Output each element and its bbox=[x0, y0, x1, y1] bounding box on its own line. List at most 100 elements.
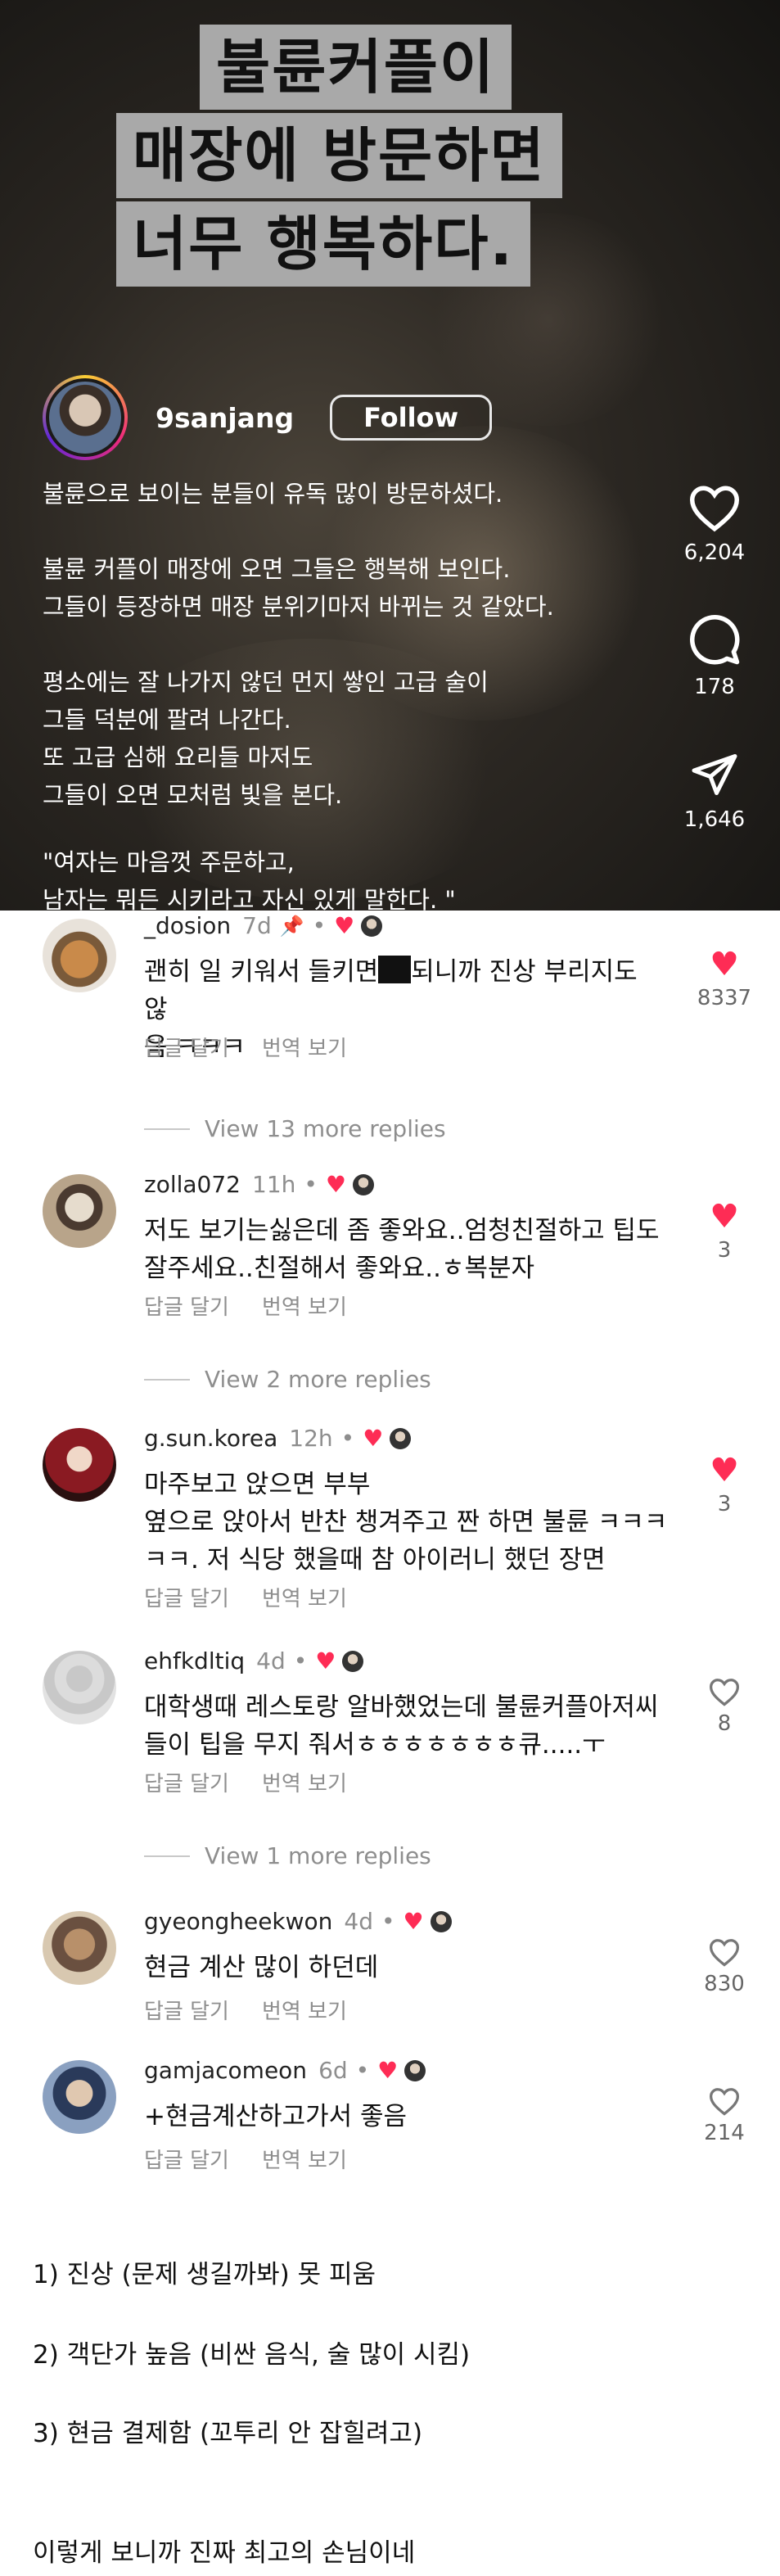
translate-button[interactable]: 번역 보기 bbox=[262, 1290, 347, 1321]
reply-button[interactable]: 답글 달기 bbox=[144, 1290, 229, 1321]
view-more-replies[interactable]: View 2 more replies bbox=[144, 1366, 431, 1393]
pin-icon: 📌 bbox=[279, 914, 304, 938]
comment-actions: 답글 달기 번역 보기 bbox=[144, 1582, 347, 1612]
comment-time: 7d bbox=[242, 912, 272, 939]
share-action[interactable]: 1,646 bbox=[670, 750, 760, 832]
comment-username[interactable]: _dosion bbox=[144, 912, 231, 939]
comment-like[interactable]: ♥ 3 bbox=[679, 1200, 769, 1263]
comment-time: 12h bbox=[289, 1425, 333, 1452]
creator-avatar bbox=[404, 2059, 426, 2081]
creator-liked-heart-icon: ♥ bbox=[325, 1171, 346, 1198]
comment-count: 178 bbox=[694, 675, 735, 699]
comment-like[interactable]: 8 bbox=[679, 1677, 769, 1736]
comment-like-count: 8 bbox=[717, 1711, 732, 1736]
translate-button[interactable]: 번역 보기 bbox=[262, 1995, 347, 2025]
translate-button[interactable]: 번역 보기 bbox=[262, 2144, 347, 2174]
reply-button[interactable]: 답글 달기 bbox=[144, 1767, 229, 1797]
creator-avatar bbox=[430, 1910, 452, 1932]
heart-outline-icon[interactable] bbox=[708, 1937, 741, 1967]
heart-outline-icon[interactable] bbox=[688, 483, 742, 532]
reel-video[interactable]: 불륜커플이 매장에 방문하면 너무 행복하다. 9sanjang Follow … bbox=[0, 0, 780, 911]
like-count: 6,204 bbox=[683, 540, 746, 565]
creator-liked-heart-icon: ♥ bbox=[363, 1425, 384, 1452]
creator-avatar bbox=[342, 1650, 364, 1672]
comment-time: 11h bbox=[252, 1171, 296, 1198]
avatar[interactable] bbox=[43, 2060, 116, 2134]
heart-outline-icon[interactable] bbox=[708, 2086, 741, 2116]
view-more-replies[interactable]: View 1 more replies bbox=[144, 1842, 431, 1869]
comment-header: gyeongheekwon 4d • ♥ bbox=[144, 1908, 452, 1935]
comment-like[interactable]: 214 bbox=[679, 2086, 769, 2145]
avatar[interactable] bbox=[43, 1428, 116, 1502]
reel-profile: 9sanjang Follow bbox=[43, 375, 493, 460]
comment-like[interactable]: ♥ 3 bbox=[679, 1454, 769, 1516]
heart-outline-icon[interactable] bbox=[708, 1677, 741, 1706]
comment-like[interactable]: 830 bbox=[679, 1937, 769, 1996]
creator-liked-heart-icon: ♥ bbox=[377, 2057, 399, 2084]
avatar[interactable] bbox=[43, 1651, 116, 1724]
translate-button[interactable]: 번역 보기 bbox=[262, 1032, 347, 1062]
comment-header: _dosion 7d 📌 • ♥ bbox=[144, 912, 383, 939]
reel-description: 불륜으로 보이는 분들이 유독 많이 방문하셨다. 불륜 커플이 매장에 오면 … bbox=[43, 475, 665, 911]
avatar[interactable] bbox=[43, 375, 128, 460]
avatar[interactable] bbox=[43, 1174, 116, 1248]
comment-actions: 답글 달기 번역 보기 bbox=[144, 1032, 347, 1062]
comment-like-count: 214 bbox=[704, 2121, 745, 2145]
comment-action[interactable]: 178 bbox=[670, 612, 760, 699]
creator-avatar bbox=[353, 1173, 374, 1195]
description-paragraph: 불륜 커플이 매장에 오면 그들은 행복해 보인다. 그들이 등장하면 매장 분… bbox=[43, 555, 554, 621]
heart-filled-icon[interactable]: ♥ bbox=[679, 1454, 769, 1487]
translate-button[interactable]: 번역 보기 bbox=[262, 1767, 347, 1797]
comment-header: ehfkdltiq 4d • ♥ bbox=[144, 1647, 364, 1674]
avatar[interactable] bbox=[43, 1911, 116, 1985]
avatar[interactable] bbox=[43, 919, 116, 992]
divider-line bbox=[144, 1128, 190, 1130]
reel-username[interactable]: 9sanjang bbox=[156, 402, 294, 434]
separator-dot: • bbox=[293, 1647, 308, 1674]
summary-point: 2) 객단가 높음 (비싼 음식, 술 많이 시킴) bbox=[33, 2340, 471, 2370]
send-icon[interactable] bbox=[690, 750, 739, 799]
reply-button[interactable]: 답글 달기 bbox=[144, 2144, 229, 2174]
comment-body: 저도 보기는싫은데 좀 좋와요..엄청친절하고 팁도 잘주세요..친절해서 좋와… bbox=[144, 1216, 660, 1283]
comment-actions: 답글 달기 번역 보기 bbox=[144, 1290, 347, 1321]
creator-liked-heart-icon: ♥ bbox=[315, 1647, 336, 1674]
description-paragraph: 불륜으로 보이는 분들이 유독 많이 방문하셨다. bbox=[43, 480, 503, 508]
comment-time: 4d bbox=[256, 1647, 286, 1674]
creator-liked-heart-icon: ♥ bbox=[334, 912, 355, 939]
separator-dot: • bbox=[355, 2057, 370, 2084]
comment-username[interactable]: g.sun.korea bbox=[144, 1425, 277, 1452]
comment-header: g.sun.korea 12h • ♥ bbox=[144, 1425, 412, 1452]
share-count: 1,646 bbox=[683, 807, 746, 832]
comment-like[interactable]: ♥ 8337 bbox=[679, 948, 769, 1010]
comment-header: gamjacomeon 6d • ♥ bbox=[144, 2057, 426, 2084]
separator-dot: • bbox=[340, 1425, 355, 1452]
like-action[interactable]: 6,204 bbox=[670, 483, 760, 565]
comment-username[interactable]: gamjacomeon bbox=[144, 2057, 307, 2084]
summary-point: 3) 현금 결제함 (꼬투리 안 잡힐려고) bbox=[33, 2419, 423, 2448]
separator-dot: • bbox=[304, 1171, 318, 1198]
comment-actions: 답글 달기 번역 보기 bbox=[144, 1995, 347, 2025]
comment-like-count: 830 bbox=[704, 1972, 745, 1996]
description-paragraph: 평소에는 잘 나가지 않던 먼지 쌓인 고급 술이 그들 덕분에 팔려 나간다.… bbox=[43, 668, 489, 809]
heart-filled-icon[interactable]: ♥ bbox=[679, 948, 769, 981]
heart-filled-icon[interactable]: ♥ bbox=[679, 1200, 769, 1233]
reply-button[interactable]: 답글 달기 bbox=[144, 1582, 229, 1612]
view-more-replies[interactable]: View 13 more replies bbox=[144, 1115, 446, 1142]
reply-button[interactable]: 답글 달기 bbox=[144, 1995, 229, 2025]
translate-button[interactable]: 번역 보기 bbox=[262, 1582, 347, 1612]
comment-body: 현금 계산 많이 하던데 bbox=[144, 1953, 379, 1982]
conclusion-text: 이렇게 보니까 진짜 최고의 손님이네 bbox=[33, 2538, 416, 2568]
reply-button[interactable]: 답글 달기 bbox=[144, 1032, 229, 1062]
video-caption-line: 매장에 방문하면 bbox=[116, 113, 562, 198]
divider-line bbox=[144, 1378, 190, 1381]
creator-avatar bbox=[361, 915, 383, 937]
comment-username[interactable]: gyeongheekwon bbox=[144, 1908, 332, 1935]
follow-button[interactable]: Follow bbox=[330, 395, 493, 441]
comment-header: zolla072 11h • ♥ bbox=[144, 1171, 374, 1198]
summary-point: 1) 진상 (문제 생길까봐) 못 피움 bbox=[33, 2260, 376, 2289]
comment-username[interactable]: ehfkdltiq bbox=[144, 1647, 245, 1674]
creator-liked-heart-icon: ♥ bbox=[403, 1908, 424, 1935]
comment-username[interactable]: zolla072 bbox=[144, 1171, 241, 1198]
separator-dot: • bbox=[381, 1908, 395, 1935]
comment-bubble-icon[interactable] bbox=[688, 612, 742, 667]
